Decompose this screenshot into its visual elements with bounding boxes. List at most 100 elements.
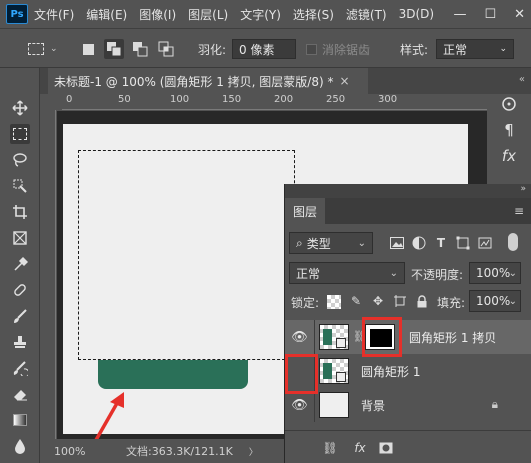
right-panel-strip: ¶ fx — [487, 94, 531, 184]
layer-name[interactable]: 圆角矩形 1 拷贝 — [409, 320, 496, 354]
rounded-rectangle-shape — [98, 360, 248, 389]
document-tab-title: 未标题-1 @ 100% (圆角矩形 1 拷贝, 图层蒙版/8) * — [54, 74, 334, 89]
history-brush-tool-icon[interactable] — [10, 358, 30, 378]
red-arrow-annotation — [94, 392, 124, 441]
close-tab-icon[interactable]: × — [339, 74, 349, 88]
opacity-input[interactable]: 100% ⌄ — [469, 262, 521, 284]
brush-tool-icon[interactable] — [10, 306, 30, 326]
layers-panel: » 图层 ≡ ⌕ 类型 ⌄ T 正常 ⌄ 不透明度: 100% ⌄ 锁定: ✎ … — [284, 184, 531, 463]
collapse-panels-icon[interactable]: « — [519, 74, 525, 85]
lock-all-icon[interactable] — [415, 294, 429, 308]
menu-edit[interactable]: 编辑(E) — [86, 6, 127, 23]
menu-layer[interactable]: 图层(L) — [188, 6, 228, 23]
panel-menu-icon[interactable]: ≡ — [514, 204, 524, 218]
visibility-highlight-annotation — [285, 354, 318, 394]
minimize-button[interactable]: — — [453, 7, 466, 22]
tool-preset-picker[interactable]: ⌄ — [28, 29, 58, 69]
marquee-preset-icon — [28, 43, 44, 55]
ruler-corner — [40, 94, 62, 110]
menu-type[interactable]: 文字(Y) — [240, 6, 281, 23]
menu-filter[interactable]: 滤镜(T) — [346, 6, 387, 23]
smart-object-filter-icon[interactable] — [477, 235, 493, 251]
move-tool-icon[interactable] — [10, 98, 30, 118]
layer-style-icon[interactable]: fx — [351, 439, 369, 457]
status-menu-arrow[interactable]: 〉 — [249, 445, 258, 458]
zoom-level[interactable]: 100% — [54, 445, 96, 458]
feather-input[interactable]: 0 像素 — [232, 39, 296, 59]
lock-pixels-icon[interactable]: ✎ — [349, 294, 363, 308]
subtract-selection-button[interactable] — [130, 39, 150, 59]
antialias-checkbox[interactable] — [306, 43, 317, 55]
layer-thumbnail — [319, 358, 349, 384]
menu-bar: Ps 文件(F) 编辑(E) 图像(I) 图层(L) 文字(Y) 选择(S) 滤… — [0, 0, 531, 28]
layer-filter-select[interactable]: ⌕ 类型 ⌄ — [289, 232, 373, 254]
link-layers-icon[interactable]: ⛓ — [321, 439, 339, 457]
clone-stamp-tool-icon[interactable] — [10, 332, 30, 352]
lock-icon: 🔒︎ — [491, 397, 498, 411]
tab-layers[interactable]: 图层 — [285, 198, 325, 224]
layers-panel-header: 图层 ≡ — [285, 198, 531, 224]
layer-name[interactable]: 圆角矩形 1 — [361, 354, 420, 388]
fill-value: 100% — [476, 294, 511, 308]
chevron-down-icon: ⌄ — [508, 295, 517, 307]
eyedropper-tool-icon[interactable] — [10, 254, 30, 274]
ruler-tick-label: 0 — [66, 94, 73, 105]
eye-icon[interactable]: 👁 — [285, 320, 315, 354]
intersect-selection-icon — [158, 41, 174, 57]
healing-brush-tool-icon[interactable] — [10, 280, 30, 300]
menu-image[interactable]: 图像(I) — [139, 6, 176, 23]
antialias-label: 消除锯齿 — [322, 42, 371, 57]
gradient-tool-icon[interactable] — [10, 410, 30, 430]
add-mask-icon[interactable] — [377, 439, 395, 457]
style-value: 正常 — [443, 42, 468, 57]
layers-panel-body: ⌕ 类型 ⌄ T 正常 ⌄ 不透明度: 100% ⌄ 锁定: ✎ ✥ 填充: 1… — [285, 224, 531, 463]
styles-panel-icon[interactable]: fx — [499, 146, 519, 166]
filter-kind-value: 类型 — [306, 236, 331, 251]
ruler-tick-label: 100 — [170, 94, 190, 105]
new-selection-icon — [82, 43, 94, 55]
add-selection-button[interactable] — [104, 39, 124, 59]
type-filter-icon[interactable]: T — [433, 235, 449, 251]
menu-3d[interactable]: 3D(D) — [399, 7, 434, 21]
layer-row-background[interactable]: 👁 背景 🔒︎ — [285, 388, 531, 422]
quick-selection-tool-icon[interactable] — [10, 176, 30, 196]
layer-name[interactable]: 背景 — [361, 388, 385, 422]
ruler-tick-label: 200 — [274, 94, 294, 105]
collapse-panel-icon[interactable]: » — [520, 184, 526, 194]
style-select[interactable]: 正常 ⌄ — [436, 39, 514, 59]
frame-tool-icon[interactable] — [10, 228, 30, 248]
search-icon: ⌕ — [296, 235, 303, 250]
ruler-tick-label: 150 — [222, 94, 242, 105]
lock-transparent-icon[interactable] — [327, 295, 341, 309]
panel-topbar: » — [285, 184, 531, 198]
close-button[interactable]: ✕ — [514, 7, 525, 22]
adjustment-filter-icon[interactable] — [411, 235, 427, 251]
opacity-value: 100% — [476, 266, 511, 280]
ruler-tick-label: 250 — [326, 94, 346, 105]
layer-row-rounded-rect[interactable]: 圆角矩形 1 — [285, 354, 531, 388]
blend-mode-select[interactable]: 正常 ⌄ — [289, 262, 405, 284]
filter-toggle[interactable] — [507, 232, 519, 252]
eraser-tool-icon[interactable] — [10, 384, 30, 404]
lock-artboard-icon[interactable] — [393, 294, 407, 308]
intersect-selection-button[interactable] — [156, 39, 176, 59]
paragraph-panel-icon[interactable]: ¶ — [499, 120, 519, 140]
layer-thumbnail — [319, 324, 349, 350]
menu-select[interactable]: 选择(S) — [293, 6, 334, 23]
pixel-filter-icon[interactable] — [389, 235, 405, 251]
lasso-tool-icon[interactable] — [10, 150, 30, 170]
menu-file[interactable]: 文件(F) — [34, 6, 74, 23]
layer-row-rounded-rect-copy[interactable]: 👁 ⛓ 圆角矩形 1 拷贝 — [285, 320, 531, 354]
lock-position-icon[interactable]: ✥ — [371, 294, 385, 308]
crop-tool-icon[interactable] — [10, 202, 30, 222]
rectangular-marquee-tool-icon[interactable] — [10, 124, 30, 144]
options-bar: ⌄ 羽化: 0 像素 消除锯齿 样式: 正常 ⌄ — [0, 28, 531, 68]
blur-tool-icon[interactable] — [10, 436, 30, 456]
new-selection-button[interactable] — [78, 39, 98, 59]
shape-filter-icon[interactable] — [455, 235, 471, 251]
info-panel-icon[interactable] — [499, 94, 519, 114]
document-tab[interactable]: 未标题-1 @ 100% (圆角矩形 1 拷贝, 图层蒙版/8) * × — [48, 68, 368, 94]
maximize-button[interactable]: ☐ — [484, 7, 496, 22]
fill-input[interactable]: 100% ⌄ — [469, 290, 521, 312]
feather-label: 羽化: — [198, 42, 227, 57]
